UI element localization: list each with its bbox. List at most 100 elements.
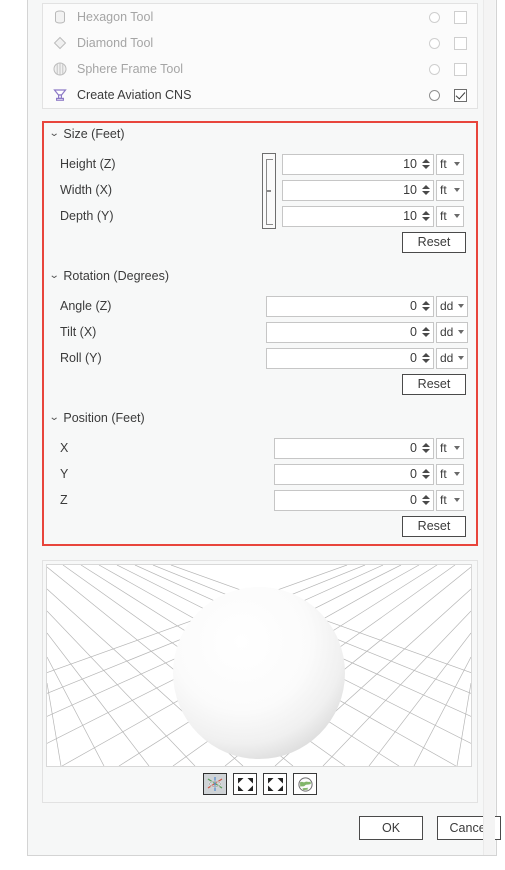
width-input[interactable]: 10: [282, 179, 434, 201]
zoom-extents-icon[interactable]: [263, 773, 287, 795]
unit-value: dd: [440, 299, 454, 313]
property-row-tilt: Tilt (X) 0 dd: [44, 319, 476, 345]
unit-value: ft: [440, 209, 447, 223]
property-row-x: X 0 ft: [44, 435, 476, 461]
spinner-arrows-icon[interactable]: [420, 469, 431, 479]
property-label: Z: [60, 493, 68, 507]
chevron-down-icon: [458, 330, 464, 334]
angle-unit-select[interactable]: dd: [436, 295, 468, 317]
tool-checkbox[interactable]: [447, 36, 473, 50]
property-label: Tilt (X): [60, 325, 97, 339]
globe-icon[interactable]: [293, 773, 317, 795]
input-value: 10: [403, 157, 417, 171]
section-size: ⌄ Size (Feet) Height (Z) 10 ft Width (X): [44, 123, 476, 255]
spinner-arrows-icon[interactable]: [420, 443, 431, 453]
tilt-input[interactable]: 0: [266, 321, 434, 343]
tool-radio[interactable]: [421, 63, 447, 75]
reset-position-button[interactable]: Reset: [402, 515, 466, 537]
property-row-depth: Depth (Y) 10 ft: [44, 203, 476, 229]
input-value: 0: [410, 467, 417, 481]
section-title: Position (Feet): [63, 411, 145, 425]
roll-input[interactable]: 0: [266, 347, 434, 369]
properties-highlight-frame: ⌄ Size (Feet) Height (Z) 10 ft Width (X): [42, 121, 478, 546]
property-label: Width (X): [60, 183, 113, 197]
ok-button[interactable]: OK: [359, 816, 423, 840]
reset-size-button[interactable]: Reset: [402, 231, 466, 253]
spinner-arrows-icon[interactable]: [420, 495, 431, 505]
tool-label: Create Aviation CNS: [77, 88, 192, 102]
position-z-input[interactable]: 0: [274, 489, 434, 511]
preview-viewport[interactable]: [46, 564, 472, 767]
tool-row[interactable]: Sphere Frame Tool: [43, 56, 477, 82]
tool-checkbox[interactable]: [447, 10, 473, 24]
rotation-reset-row: Reset: [44, 371, 476, 397]
input-value: 0: [410, 493, 417, 507]
sphere-frame-icon: [51, 60, 69, 78]
property-label: Y: [60, 467, 69, 481]
chevron-down-icon: ⌄: [48, 128, 60, 139]
chevron-down-icon: [454, 188, 460, 192]
chevron-down-icon: [458, 304, 464, 308]
aviation-cns-icon: [51, 86, 69, 104]
section-rotation: ⌄ Rotation (Degrees) Angle (Z) 0 dd Tilt…: [44, 265, 476, 397]
property-row-y: Y 0 ft: [44, 461, 476, 487]
tool-radio[interactable]: [421, 11, 447, 23]
spinner-arrows-icon[interactable]: [420, 353, 431, 363]
position-x-unit-select[interactable]: ft: [436, 437, 464, 459]
property-row-width: Width (X) 10 ft: [44, 177, 476, 203]
width-unit-select[interactable]: ft: [436, 179, 464, 201]
spinner-arrows-icon[interactable]: [420, 211, 431, 221]
unit-value: dd: [440, 351, 454, 365]
tool-checkbox[interactable]: [447, 88, 473, 102]
zoom-in-icon[interactable]: [233, 773, 257, 795]
perspective-grid: [47, 565, 471, 766]
size-reset-row: Reset: [44, 229, 476, 255]
tilt-unit-select[interactable]: dd: [436, 321, 468, 343]
property-label: X: [60, 441, 69, 455]
property-row-roll: Roll (Y) 0 dd: [44, 345, 476, 371]
tool-row[interactable]: Create Aviation CNS: [43, 82, 477, 108]
section-header-rotation[interactable]: ⌄ Rotation (Degrees): [44, 265, 476, 287]
hexagon-prism-icon: [51, 8, 69, 26]
tool-row[interactable]: Hexagon Tool: [43, 4, 477, 30]
spinner-arrows-icon[interactable]: [420, 185, 431, 195]
diamond-icon: [51, 34, 69, 52]
height-unit-select[interactable]: ft: [436, 153, 464, 175]
tool-label: Hexagon Tool: [77, 10, 154, 24]
chevron-down-icon: [458, 356, 464, 360]
axes-toggle-icon[interactable]: [203, 773, 227, 795]
section-header-size[interactable]: ⌄ Size (Feet): [44, 123, 476, 145]
chevron-down-icon: [454, 472, 460, 476]
tool-row[interactable]: Diamond Tool: [43, 30, 477, 56]
position-y-unit-select[interactable]: ft: [436, 463, 464, 485]
property-row-angle: Angle (Z) 0 dd: [44, 293, 476, 319]
tool-radio[interactable]: [421, 89, 447, 101]
section-header-position[interactable]: ⌄ Position (Feet): [44, 407, 476, 429]
position-x-input[interactable]: 0: [274, 437, 434, 459]
spinner-arrows-icon[interactable]: [420, 159, 431, 169]
tool-checkbox[interactable]: [447, 62, 473, 76]
height-input[interactable]: 10: [282, 153, 434, 175]
tool-label: Sphere Frame Tool: [77, 62, 184, 76]
property-label: Roll (Y): [60, 351, 102, 365]
position-reset-row: Reset: [44, 513, 476, 539]
spinner-arrows-icon[interactable]: [420, 327, 431, 337]
depth-input[interactable]: 10: [282, 205, 434, 227]
unit-value: ft: [440, 157, 447, 171]
chevron-down-icon: ⌄: [48, 270, 60, 281]
reset-rotation-button[interactable]: Reset: [402, 373, 466, 395]
property-row-z: Z 0 ft: [44, 487, 476, 513]
position-z-unit-select[interactable]: ft: [436, 489, 464, 511]
unit-value: dd: [440, 325, 454, 339]
spinner-arrows-icon[interactable]: [420, 301, 431, 311]
depth-unit-select[interactable]: ft: [436, 205, 464, 227]
input-value: 0: [410, 351, 417, 365]
vertical-scrollbar[interactable]: [483, 0, 495, 855]
preview-panel: [42, 560, 478, 803]
unit-value: ft: [440, 183, 447, 197]
tool-radio[interactable]: [421, 37, 447, 49]
roll-unit-select[interactable]: dd: [436, 347, 468, 369]
tool-list: Hexagon Tool Diamond Tool Sphere Frame T…: [42, 3, 478, 109]
position-y-input[interactable]: 0: [274, 463, 434, 485]
angle-input[interactable]: 0: [266, 295, 434, 317]
